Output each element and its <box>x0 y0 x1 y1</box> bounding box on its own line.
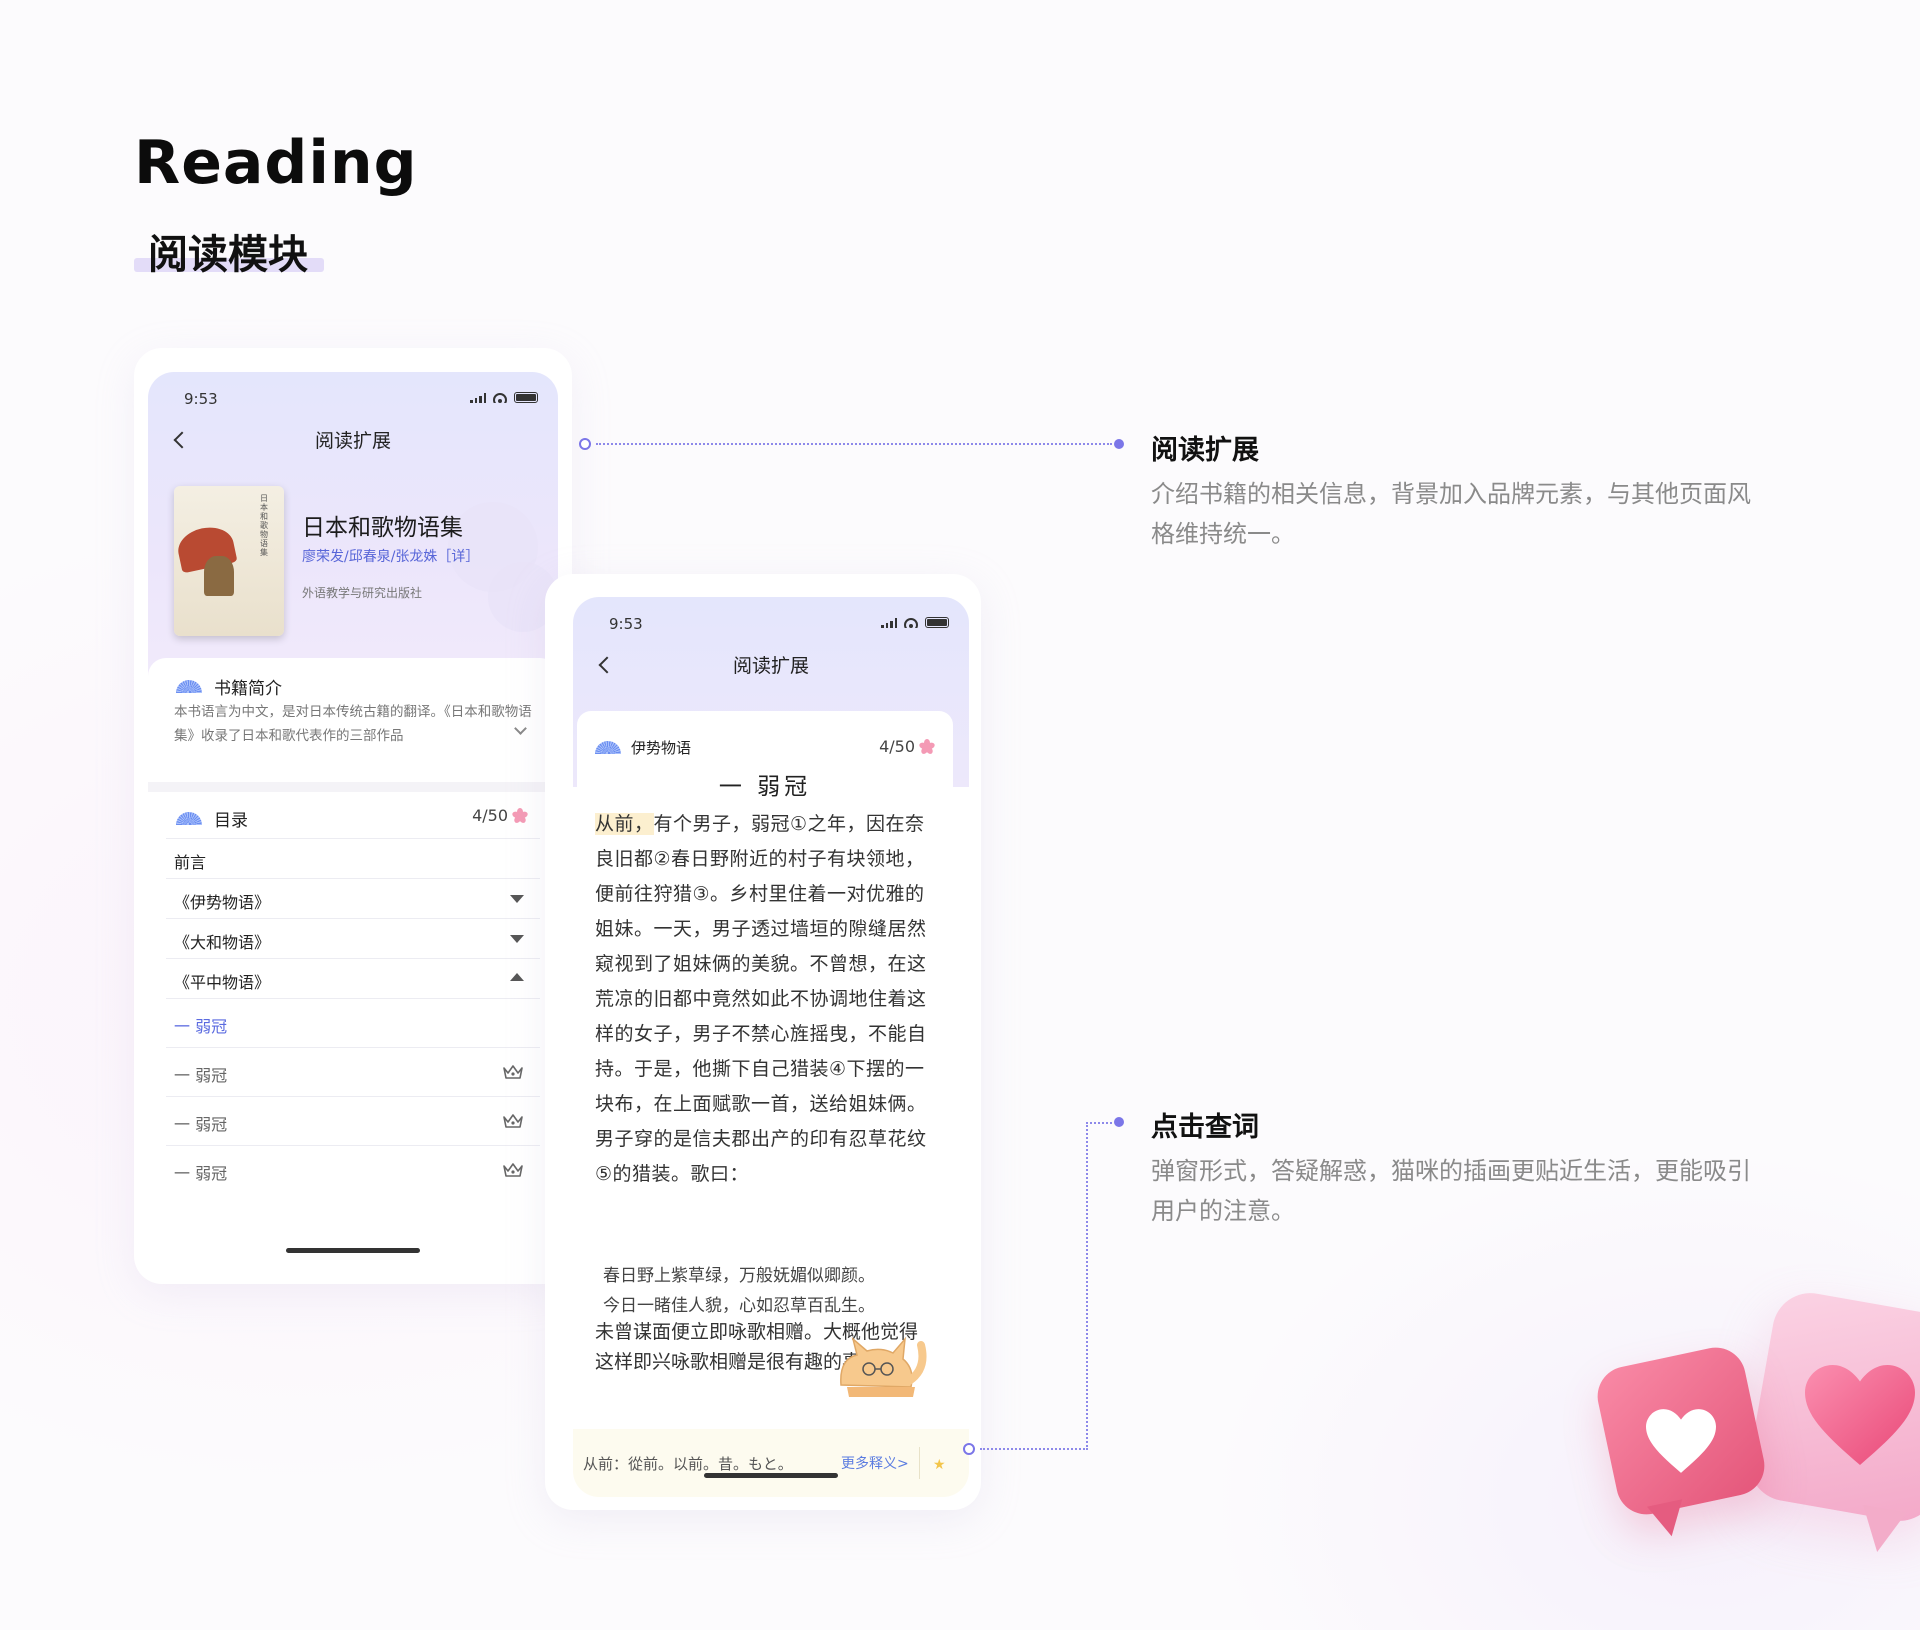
caret-down-icon <box>510 935 524 943</box>
toc-row-yamato[interactable]: 《大和物语》 <box>166 919 540 959</box>
page-subtitle: 阅读模块 <box>148 232 308 278</box>
chapter-label: 一 弱冠 <box>174 1115 228 1134</box>
popup-separator <box>919 1447 920 1479</box>
chapter-title: 一 弱冠 <box>718 774 812 800</box>
toc-row-label: 前言 <box>174 853 207 872</box>
book-cover[interactable]: 日本和歌物语集 <box>174 486 284 636</box>
annotation-title-reading-extension: 阅读扩展 <box>1151 435 1259 466</box>
chapter-item-locked[interactable]: 一 弱冠 <box>166 1048 540 1097</box>
book-publisher: 外语教学与研究出版社 <box>302 586 423 600</box>
status-bar-icons <box>470 392 538 403</box>
content-panel: 书籍简介 本书语言为中文，是对日本传统古籍的翻译。《日本和歌物语集》收录了日本和… <box>148 658 558 1272</box>
reader-page: 伊势物语 4/50 一 弱冠 从前，有个男子，弱冠①之年，因在奈良旧都②春日野附… <box>577 711 953 1451</box>
caret-up-icon <box>510 973 524 981</box>
sakura-icon <box>918 738 936 755</box>
page-title: Reading <box>134 128 418 198</box>
toc-row-heichu[interactable]: 《平中物语》 <box>166 959 540 999</box>
chapter-item-active[interactable]: 一 弱冠 <box>166 999 540 1048</box>
cat-illustration <box>840 1336 927 1397</box>
toc-row-ise[interactable]: 《伊势物语》 <box>166 879 540 919</box>
highlighted-word[interactable]: 从前， <box>595 813 654 835</box>
heart-icon <box>1646 1409 1716 1473</box>
intro-heading-label: 书籍简介 <box>214 679 282 699</box>
phone-reading-extension: 9:53 阅读扩展 日本和歌物语集 日本和歌物语集 廖荣发/邱春泉/张龙姝［详］… <box>148 372 558 1272</box>
sakura-icon <box>511 807 529 824</box>
fan-icon <box>595 741 621 754</box>
chapter-label: 一 弱冠 <box>174 1164 228 1183</box>
home-indicator <box>286 1248 420 1253</box>
book-authors-link[interactable]: 廖荣发/邱春泉/张龙姝［详］ <box>302 546 479 566</box>
book-title: 日本和歌物语集 <box>302 515 463 541</box>
poem-block: 春日野上紫草绿，万般妩媚似卿颜。 今日一睹佳人貌，心如忍草百乱生。 <box>603 1261 933 1321</box>
poem-line: 春日野上紫草绿，万般妩媚似卿颜。 <box>603 1266 875 1286</box>
reading-body: 从前，有个男子，弱冠①之年，因在奈良旧都②春日野附近的村子有块领地，便前往狩猎③… <box>595 807 935 1192</box>
toc-progress: 4/50 <box>472 806 529 825</box>
reader-count: 4/50 <box>879 737 915 756</box>
chapter-label: 一 弱冠 <box>174 1066 228 1085</box>
toc-count: 4/50 <box>472 806 508 825</box>
reader-book-heading: 伊势物语 <box>595 737 691 758</box>
wifi-icon <box>493 392 507 403</box>
cover-title-text: 日本和歌物语集 <box>260 494 268 557</box>
star-icon[interactable]: ★ <box>933 1457 946 1473</box>
status-bar-icons <box>881 617 949 628</box>
annotation-desc-word-lookup: 弹窗形式，答疑解惑，猫咪的插画更贴近生活，更能吸引用户的注意。 <box>1151 1157 1751 1225</box>
wifi-icon <box>904 617 918 628</box>
status-time: 9:53 <box>184 390 218 408</box>
battery-icon <box>925 617 949 628</box>
definition-text: 从前：從前。以前。昔。もと。 <box>583 1455 793 1473</box>
connector-end-dot <box>1114 439 1124 449</box>
home-indicator <box>704 1473 838 1478</box>
intro-heading: 书籍简介 <box>176 674 282 699</box>
toc-row-preface[interactable]: 前言 <box>166 839 540 879</box>
crown-icon <box>503 1114 523 1128</box>
more-definitions-link[interactable]: 更多释义> <box>841 1453 909 1473</box>
toc-heading: 目录 <box>176 806 248 831</box>
word-definition-popup[interactable]: 从前：從前。以前。昔。もと。 更多释义> ★ <box>573 1429 969 1497</box>
signal-icon <box>470 392 486 403</box>
toc-row-label: 《大和物语》 <box>174 933 271 952</box>
section-divider <box>148 782 558 792</box>
crown-icon <box>503 1065 523 1079</box>
caret-down-icon <box>510 895 524 903</box>
status-time: 9:53 <box>609 615 643 633</box>
battery-icon <box>514 392 538 403</box>
cover-figure-art <box>204 556 234 596</box>
heart-icon <box>1805 1365 1915 1465</box>
nav-title: 阅读扩展 <box>314 430 391 452</box>
reading-paragraph: 有个男子，弱冠①之年，因在奈良旧都②春日野附近的村子有块领地，便前往狩猎③。乡村… <box>595 813 927 1185</box>
chapter-label: 一 弱冠 <box>174 1017 228 1036</box>
connector-line <box>1086 1122 1112 1124</box>
toc-row-label: 《平中物语》 <box>174 973 271 992</box>
toc-row-label: 《伊势物语》 <box>174 893 271 912</box>
reader-book-name: 伊势物语 <box>631 739 692 757</box>
nav-title: 阅读扩展 <box>732 655 809 677</box>
chapter-item-locked[interactable]: 一 弱冠 <box>166 1146 540 1195</box>
crown-icon <box>503 1163 523 1177</box>
connector-start-dot <box>963 1443 975 1455</box>
connector-line <box>596 443 1112 445</box>
toc-heading-label: 目录 <box>214 811 248 831</box>
annotation-desc-reading-extension: 介绍书籍的相关信息，背景加入品牌元素，与其他页面风格维持统一。 <box>1151 480 1751 548</box>
intro-text: 本书语言为中文，是对日本传统古籍的翻译。《日本和歌物语集》收录了日本和歌代表作的… <box>174 704 532 744</box>
fan-icon <box>176 680 202 693</box>
phone-word-lookup: 9:53 阅读扩展 伊势物语 4/50 一 弱冠 从前，有个男子，弱冠①之年，因… <box>573 597 969 1497</box>
fan-icon <box>176 812 202 825</box>
connector-start-dot <box>579 438 591 450</box>
connector-line <box>1086 1122 1088 1450</box>
reader-progress: 4/50 <box>879 737 936 756</box>
connector-end-dot <box>1114 1117 1124 1127</box>
chapter-item-locked[interactable]: 一 弱冠 <box>166 1097 540 1146</box>
connector-line <box>980 1448 1088 1450</box>
signal-icon <box>881 617 897 628</box>
annotation-title-word-lookup: 点击查词 <box>1151 1112 1259 1143</box>
